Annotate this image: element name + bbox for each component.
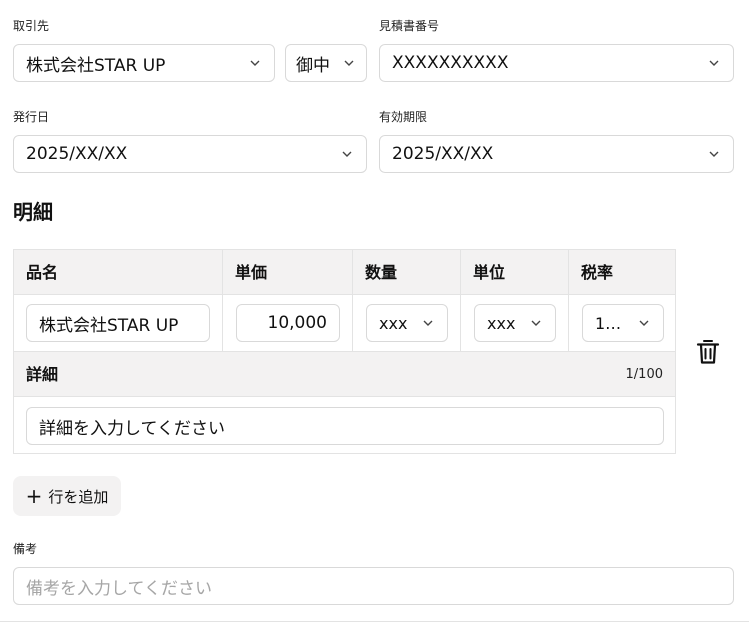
chevron-down-icon bbox=[342, 56, 356, 70]
cell-quantity: xxx bbox=[353, 295, 461, 351]
chevron-down-icon bbox=[637, 316, 651, 330]
client-select-value: 株式会社STAR UP bbox=[26, 55, 166, 76]
unit-select[interactable]: xxx bbox=[474, 304, 556, 342]
item-name-input[interactable]: 株式会社STAR UP bbox=[26, 304, 210, 342]
quantity-select[interactable]: xxx bbox=[366, 304, 448, 342]
add-row-button[interactable]: + 行を追加 bbox=[13, 476, 121, 516]
honorific-select-value: 御中 bbox=[296, 55, 330, 76]
expiry-select[interactable]: 2025/XX/XX bbox=[379, 135, 734, 173]
notes-label: 備考 bbox=[13, 542, 38, 556]
bottom-divider bbox=[0, 621, 749, 622]
quote-number-label: 見積書番号 bbox=[379, 19, 440, 33]
tax-rate-value: 1… bbox=[595, 313, 622, 333]
issue-date-select[interactable]: 2025/XX/XX bbox=[13, 135, 367, 173]
notes-input[interactable]: 備考を入力してください bbox=[13, 567, 734, 605]
add-row-label: 行を追加 bbox=[48, 487, 109, 506]
details-section-title: 明細 bbox=[13, 200, 53, 224]
quote-number-value: XXXXXXXXXX bbox=[392, 53, 509, 73]
detail-char-count: 1/100 bbox=[625, 367, 663, 382]
header-unit-price: 単価 bbox=[223, 250, 353, 295]
client-label: 取引先 bbox=[13, 19, 50, 33]
detail-title: 詳細 bbox=[26, 365, 59, 384]
chevron-down-icon bbox=[707, 56, 721, 70]
trash-icon[interactable] bbox=[696, 339, 720, 365]
expiry-label: 有効期限 bbox=[379, 110, 428, 124]
cell-unit-price: 10,000 bbox=[223, 295, 353, 351]
unit-price-value: 10,000 bbox=[267, 313, 327, 333]
chevron-down-icon bbox=[340, 147, 354, 161]
detail-input[interactable]: 詳細を入力してください bbox=[26, 407, 664, 445]
table-header: 品名 単価 数量 単位 税率 bbox=[14, 250, 675, 295]
client-select[interactable]: 株式会社STAR UP bbox=[13, 44, 275, 82]
expiry-value: 2025/XX/XX bbox=[392, 144, 494, 164]
chevron-down-icon bbox=[421, 316, 435, 330]
line-items-table: 品名 単価 数量 単位 税率 株式会社STAR UP 10,000 xxx xx… bbox=[13, 249, 676, 454]
chevron-down-icon bbox=[248, 56, 262, 70]
cell-unit: xxx bbox=[461, 295, 569, 351]
header-tax-rate: 税率 bbox=[581, 263, 614, 282]
header-quantity: 数量 bbox=[353, 250, 461, 295]
plus-icon: + bbox=[25, 484, 43, 508]
quantity-value: xxx bbox=[379, 313, 408, 333]
cell-tax-rate: 1… bbox=[569, 295, 675, 351]
issue-date-value: 2025/XX/XX bbox=[26, 144, 128, 164]
chevron-down-icon bbox=[529, 316, 543, 330]
cell-item-name: 株式会社STAR UP bbox=[14, 295, 223, 351]
quote-number-select[interactable]: XXXXXXXXXX bbox=[379, 44, 734, 82]
unit-value: xxx bbox=[487, 313, 516, 333]
tax-rate-select[interactable]: 1… bbox=[582, 304, 664, 342]
item-name-value: 株式会社STAR UP bbox=[39, 315, 179, 336]
header-item-name: 品名 bbox=[14, 250, 223, 295]
unit-price-input[interactable]: 10,000 bbox=[236, 304, 340, 342]
header-unit: 単位 bbox=[461, 250, 569, 295]
honorific-select[interactable]: 御中 bbox=[285, 44, 367, 82]
chevron-down-icon bbox=[707, 147, 721, 161]
detail-header: 詳細 1/100 bbox=[14, 351, 675, 397]
issue-date-label: 発行日 bbox=[13, 110, 50, 124]
table-row: 株式会社STAR UP 10,000 xxx xxx 1… bbox=[14, 295, 675, 351]
